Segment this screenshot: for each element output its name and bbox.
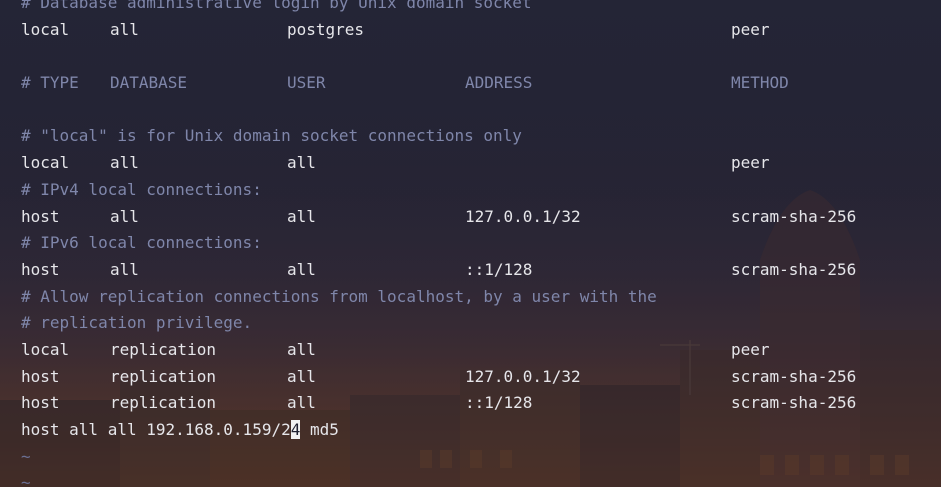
comment-text: # "local" is for Unix domain socket conn… bbox=[21, 126, 522, 146]
entry-method: scram-sha-256 bbox=[731, 366, 857, 386]
header-user: USER bbox=[287, 73, 326, 93]
entry-user: all bbox=[287, 366, 316, 386]
entry-type: host bbox=[21, 393, 60, 413]
editor-line[interactable]: # IPv4 local connections: bbox=[0, 177, 941, 204]
editor-line[interactable]: ~ bbox=[0, 470, 941, 487]
editor-line[interactable]: host all all::1/128 scram-sha-256 bbox=[0, 257, 941, 284]
header-type: # TYPE bbox=[21, 73, 79, 93]
entry-user: all bbox=[287, 153, 316, 173]
editor-line[interactable]: # Database administrative login by Unix … bbox=[0, 0, 941, 17]
entry-type: local bbox=[21, 153, 70, 173]
entry-type: host bbox=[21, 206, 60, 226]
entry-address: ::1/128 bbox=[465, 259, 533, 279]
editor-line[interactable]: # "local" is for Unix domain socket conn… bbox=[0, 123, 941, 150]
entry-address: 127.0.0.1/32 bbox=[465, 206, 581, 226]
entry-user: all bbox=[287, 393, 316, 413]
editor-line[interactable]: host replication all 127.0.0.1/32 scram-sha-… bbox=[0, 364, 941, 391]
entry-database: all bbox=[110, 19, 139, 39]
current-edit-line[interactable]: host all all 192.168.0.159/24 md5 bbox=[21, 417, 339, 444]
comment-text: # IPv6 local connections: bbox=[21, 233, 262, 253]
editor-line[interactable]: host all all 127.0.0.1/32 scram-sha-256 bbox=[0, 204, 941, 231]
entry-method: peer bbox=[731, 339, 770, 359]
entry-type: host bbox=[21, 259, 60, 279]
editor-line[interactable] bbox=[0, 97, 941, 124]
editor-line[interactable]: # replication privilege. bbox=[0, 310, 941, 337]
entry-address: 127.0.0.1/32 bbox=[465, 366, 581, 386]
entry-user: all bbox=[287, 259, 316, 279]
comment-text: # Allow replication connections from loc… bbox=[21, 286, 657, 306]
editor-line[interactable]: local all all peer bbox=[0, 150, 941, 177]
entry-method: scram-sha-256 bbox=[731, 259, 857, 279]
entry-user: all bbox=[287, 206, 316, 226]
entry-database: replication bbox=[110, 393, 216, 413]
entry-method: scram-sha-256 bbox=[731, 206, 857, 226]
editor-line[interactable]: local replication all peer bbox=[0, 337, 941, 364]
header-address: ADDRESS bbox=[465, 73, 533, 93]
editor-line[interactable]: # Allow replication connections from loc… bbox=[0, 284, 941, 311]
line-text-before-cursor: host all all 192.168.0.159/2 bbox=[21, 420, 291, 439]
entry-database: all bbox=[110, 259, 139, 279]
entry-database: replication bbox=[110, 366, 216, 386]
comment-text: # replication privilege. bbox=[21, 313, 253, 333]
entry-database: all bbox=[110, 206, 139, 226]
entry-type: local bbox=[21, 339, 70, 359]
entry-user: all bbox=[287, 339, 316, 359]
comment-text: # Database administrative login by Unix … bbox=[21, 0, 532, 12]
editor-line[interactable]: host all all 192.168.0.159/24 md5 bbox=[0, 417, 941, 444]
line-text-after-cursor: md5 bbox=[300, 420, 339, 439]
editor-buffer[interactable]: # Database administrative login by Unix … bbox=[0, 0, 941, 487]
entry-user: postgres bbox=[287, 19, 365, 39]
text-cursor: 4 bbox=[290, 420, 301, 439]
editor-line[interactable] bbox=[0, 43, 941, 70]
comment-text: # IPv4 local connections: bbox=[21, 179, 262, 199]
entry-database: all bbox=[110, 153, 139, 173]
header-method: METHOD bbox=[731, 73, 789, 93]
editor-line[interactable]: host replication all::1/128 scram-sha-256 bbox=[0, 390, 941, 417]
editor-line[interactable]: ~ bbox=[0, 444, 941, 471]
editor-line[interactable]: local all postgres peer bbox=[0, 17, 941, 44]
header-database: DATABASE bbox=[110, 73, 188, 93]
entry-method: peer bbox=[731, 153, 770, 173]
entry-database: replication bbox=[110, 339, 216, 359]
empty-line-marker: ~ bbox=[21, 446, 31, 466]
entry-address: ::1/128 bbox=[465, 393, 533, 413]
editor-line[interactable]: # TYPE DATABASE USER ADDRESS METHOD bbox=[0, 70, 941, 97]
entry-type: host bbox=[21, 366, 60, 386]
editor-line[interactable]: # IPv6 local connections: bbox=[0, 230, 941, 257]
terminal-window[interactable]: # Database administrative login by Unix … bbox=[0, 0, 941, 487]
entry-method: scram-sha-256 bbox=[731, 393, 857, 413]
empty-line-marker: ~ bbox=[21, 473, 31, 487]
entry-method: peer bbox=[731, 19, 770, 39]
entry-type: local bbox=[21, 19, 70, 39]
